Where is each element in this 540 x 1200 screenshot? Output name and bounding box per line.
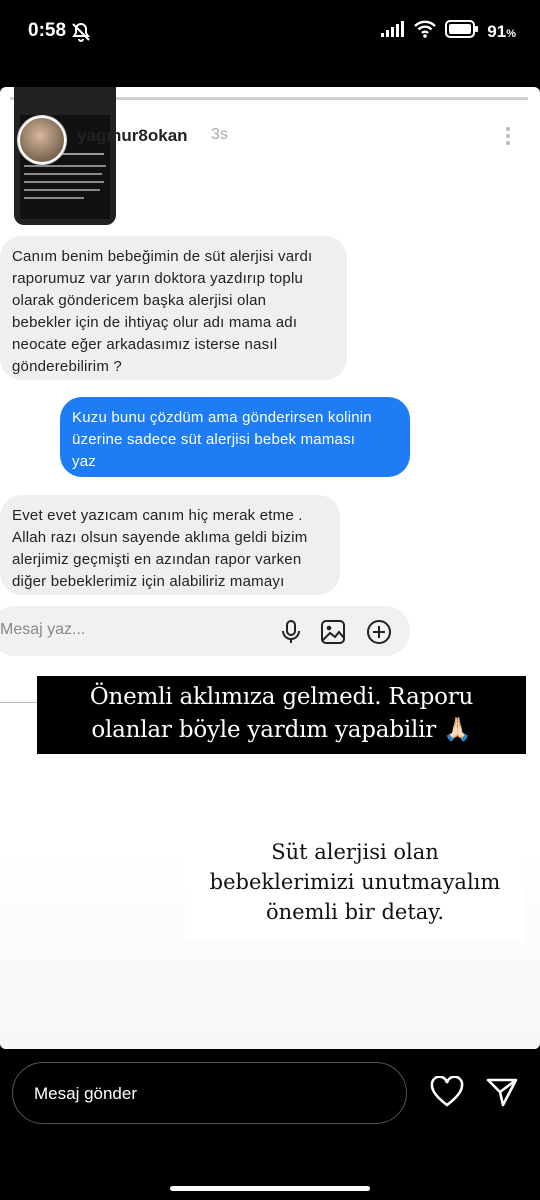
caption-line: Önemli aklımıza gelmedi. Raporu <box>89 684 474 710</box>
battery-level: 91% <box>487 21 516 41</box>
send-icon[interactable] <box>485 1076 519 1108</box>
thumbnail-text-line <box>24 181 104 183</box>
add-icon[interactable] <box>366 619 392 645</box>
microphone-icon[interactable] <box>278 619 304 645</box>
avatar[interactable] <box>18 116 66 164</box>
compose-placeholder: Mesaj yaz... <box>0 621 86 638</box>
clock: 0:58 <box>28 20 67 41</box>
status-right: 91% <box>381 20 516 43</box>
caption-line: önemli bir detay. <box>265 900 445 924</box>
thumbnail-text-line <box>24 173 102 175</box>
mute-icon <box>70 21 92 48</box>
message-line: diğer bebeklerimiz için alabiliriz mamay… <box>12 573 285 590</box>
message-line: Allah razı olsun sayende aklıma geldi bi… <box>12 529 308 546</box>
home-indicator[interactable] <box>170 1186 370 1191</box>
story-caption-text: Süt alerjisi olan bebeklerimizi unutmaya… <box>185 832 525 942</box>
caption-line: bebeklerimizi unutmayalım <box>209 870 501 894</box>
more-options-icon[interactable] <box>498 124 518 150</box>
thumbnail-text-line <box>24 165 106 167</box>
message-line: Evet evet yazıcam canım hiç merak etme . <box>12 507 303 524</box>
signal-icon <box>381 21 405 42</box>
thumbnail-text-line <box>24 197 84 199</box>
message-line: Kuzu bunu çözdüm ama gönderirsen kolinin <box>72 409 372 426</box>
battery-icon <box>445 20 479 43</box>
story-caption-highlight: Önemli aklımıza gelmedi. Raporu olanlar … <box>37 676 526 754</box>
wifi-icon <box>413 20 437 43</box>
status-bar: 0:58 91% <box>0 0 540 62</box>
message-line: gönderebilirim ? <box>12 358 122 375</box>
message-line: bebekler için de ihtiyaç olur adı mama a… <box>12 314 298 331</box>
username[interactable]: yagmur8okan <box>77 126 188 146</box>
reply-input[interactable]: Mesaj gönder <box>12 1062 407 1124</box>
story-content[interactable]: yagmur8okan 3s Canım benim bebeğimin de … <box>0 87 540 1049</box>
message-line: Canım benim bebeğimin de süt alerjisi va… <box>12 248 313 265</box>
caption-line: Süt alerjisi olan <box>271 840 439 864</box>
thumbnail-text-line <box>24 189 100 191</box>
heart-icon[interactable] <box>430 1075 464 1108</box>
message-bubble-sent: Kuzu bunu çözdüm ama gönderirsen kolinin… <box>60 397 410 477</box>
message-line: raporumuz var yarın doktora yazdırıp top… <box>12 270 304 287</box>
message-line: olarak göndericem başka alerjisi olan <box>12 292 267 309</box>
message-bubble-received: Evet evet yazıcam canım hiç merak etme .… <box>0 495 340 595</box>
message-line: üzerine sadece süt alerjisi bebek maması <box>72 431 356 448</box>
divider <box>0 702 37 703</box>
reply-placeholder: Mesaj gönder <box>34 1084 138 1103</box>
message-line: alerjimiz geçmişti en azından rapor vark… <box>12 551 302 568</box>
message-line: neocate eğer arkadasımız isterse nasıl <box>12 336 278 353</box>
story-time: 3s <box>211 126 228 143</box>
message-line: yaz <box>72 453 96 470</box>
message-bubble-received: Canım benim bebeğimin de süt alerjisi va… <box>0 236 347 380</box>
compose-bar[interactable]: Mesaj yaz... <box>0 606 410 656</box>
gallery-icon[interactable] <box>320 619 346 645</box>
caption-line: olanlar böyle yardım yapabilir 🙏🏻 <box>91 717 472 743</box>
